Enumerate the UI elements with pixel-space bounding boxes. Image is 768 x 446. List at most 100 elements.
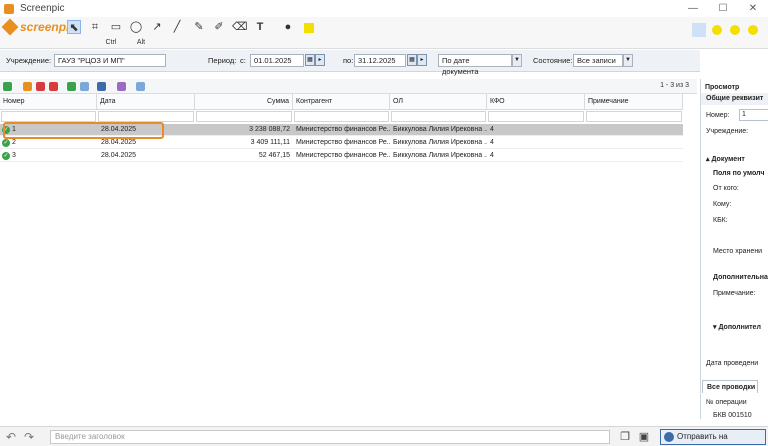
yellow-dot-icon[interactable] xyxy=(730,25,740,35)
delete-icon[interactable] xyxy=(36,82,45,91)
from-whom-label: От кого: xyxy=(713,185,739,192)
column-filter-input[interactable] xyxy=(488,111,584,122)
tab-all-postings[interactable]: Все проводки xyxy=(702,380,758,393)
row-sum: 3 409 111,11 xyxy=(250,139,290,146)
export-icon[interactable] xyxy=(136,82,145,91)
row-sum: 3 238 088,72 xyxy=(249,126,290,133)
column-filter-input[interactable] xyxy=(1,111,96,122)
column-filter-input[interactable] xyxy=(98,111,194,122)
period-to-field[interactable]: 31.12.2025 xyxy=(354,54,406,67)
column-filter-input[interactable] xyxy=(391,111,486,122)
row-ol: Биккулова Лилия Ирековна ... xyxy=(393,126,487,133)
color-swatch-icon[interactable] xyxy=(304,23,314,33)
institution-label: Учреждение: xyxy=(6,56,52,65)
marker-tool-icon[interactable]: ✐ xyxy=(212,20,226,34)
rectangle-tool-icon[interactable]: ▭ xyxy=(109,20,123,34)
row-contragent: Министерство финансов Ре... xyxy=(296,152,390,159)
settings-icon[interactable] xyxy=(117,82,126,91)
text-tool-icon[interactable]: T xyxy=(253,20,267,34)
save-icon[interactable]: ▣ xyxy=(637,430,651,444)
additional2-section-label[interactable]: ▾ Дополнител xyxy=(713,323,761,331)
additional-label: Дополнительна xyxy=(713,274,768,281)
column-header[interactable]: ОЛ xyxy=(390,94,487,110)
maximize-button[interactable]: ☐ xyxy=(708,0,738,17)
app-icon xyxy=(4,3,14,14)
row-ol: Биккулова Лилия Ирековна ... xyxy=(393,152,487,159)
cancel-icon[interactable] xyxy=(49,82,58,91)
date-posting-label: Дата проведени xyxy=(706,360,759,367)
close-button[interactable]: ✕ xyxy=(738,0,768,17)
row-kfo: 4 xyxy=(490,126,494,133)
period-label: Период: xyxy=(208,56,237,65)
approve-icon[interactable] xyxy=(67,82,76,91)
row-note xyxy=(585,124,683,136)
column-header[interactable]: Контрагент xyxy=(293,94,390,110)
print-icon[interactable] xyxy=(97,82,106,91)
to-whom-label: Кому: xyxy=(713,201,732,208)
undo-icon[interactable]: ↶ xyxy=(6,430,16,444)
list-toolbar: 1 - 3 из 3 xyxy=(0,79,697,94)
yellow-dot-icon[interactable] xyxy=(748,25,758,35)
column-filter-input[interactable] xyxy=(586,111,682,122)
storage-label: Место хранени xyxy=(713,248,763,255)
copy-icon[interactable]: ❐ xyxy=(618,430,632,444)
ellipse-tool-icon[interactable]: ◯ xyxy=(129,20,143,34)
logo-icon xyxy=(1,18,19,36)
calendar-pick-icon[interactable]: ▸ xyxy=(315,54,325,66)
kbk-label: КБК: xyxy=(713,217,728,224)
filter-bar: Учреждение: ГАУЗ "РЦОЗ И МП" Период: с: … xyxy=(0,50,700,76)
table-row[interactable]: ✓ 3 28.04.2025 52 467,15 Министерство фи… xyxy=(0,150,683,162)
state-select[interactable]: Все записи xyxy=(573,54,623,67)
title-bar: Screenpic — ☐ ✕ xyxy=(0,0,768,17)
column-filter-input[interactable] xyxy=(294,111,389,122)
refresh-icon[interactable] xyxy=(80,82,89,91)
row-kfo: 4 xyxy=(490,152,494,159)
op-number-value: БКВ 001510 xyxy=(713,412,752,419)
blur-drop-icon[interactable]: ● xyxy=(281,20,295,34)
op-number-label: № операции xyxy=(706,399,747,406)
eraser-tool-icon[interactable]: ⌫ xyxy=(232,20,248,34)
date-mode-select[interactable]: По дате документа xyxy=(438,54,512,76)
column-filter-input[interactable] xyxy=(196,111,292,122)
preview-panel: Просмотр Общие реквизит Номер: 1 Учрежде… xyxy=(700,79,768,419)
bottom-bar: ↶ ↷ Введите заголовок ❐ ▣ Отправить на I… xyxy=(0,426,768,446)
column-header[interactable]: Номер xyxy=(0,94,97,110)
calendar-icon[interactable]: ▦ xyxy=(305,54,315,66)
number-field[interactable]: 1 xyxy=(739,109,768,121)
pen-tool-icon[interactable]: ✎ xyxy=(192,20,206,34)
row-sum: 52 467,15 xyxy=(258,152,290,159)
row-note xyxy=(585,150,683,162)
screenpic-logo: screenpic xyxy=(1,18,76,36)
minimize-button[interactable]: — xyxy=(678,0,708,17)
column-header[interactable]: Примечание xyxy=(585,94,683,110)
yellow-dot-icon[interactable] xyxy=(712,25,722,35)
institution-field[interactable]: ГАУЗ "РЦОЗ И МП" xyxy=(54,54,166,67)
edit-icon[interactable] xyxy=(23,82,32,91)
column-header[interactable]: КФО xyxy=(487,94,585,110)
document-section-label[interactable]: ▴ Документ xyxy=(706,155,745,163)
ctrl-key-label: Ctrl xyxy=(105,39,117,46)
calendar-pick-icon[interactable]: ▸ xyxy=(417,54,427,66)
upload-imgur-button[interactable]: Отправить на Imgur.com xyxy=(660,429,766,445)
upload-label: Отправить на Imgur.com xyxy=(677,432,728,441)
row-number: 3 xyxy=(12,152,16,159)
crop-tool-icon[interactable]: ⌗ xyxy=(88,20,102,34)
chevron-down-icon[interactable]: ▼ xyxy=(512,54,522,67)
arrow-tool-icon[interactable]: ↗ xyxy=(150,20,164,34)
chevron-down-icon[interactable]: ▼ xyxy=(623,54,633,67)
color-picker-icon[interactable] xyxy=(692,23,706,37)
period-from-field[interactable]: 01.01.2025 xyxy=(250,54,304,67)
add-icon[interactable] xyxy=(3,82,12,91)
select-tool-icon[interactable]: ⬉ xyxy=(67,20,81,34)
redo-icon[interactable]: ↷ xyxy=(24,430,34,444)
row-date: 28.04.2025 xyxy=(101,152,137,159)
screenpic-toolbar: screenpic ⬉ ⌗ ▭ ◯ ↗ ╱ ✎ ✐ ⌫ T ● Ctrl Alt xyxy=(0,17,768,49)
caption-input[interactable]: Введите заголовок xyxy=(50,430,610,444)
calendar-icon[interactable]: ▦ xyxy=(407,54,417,66)
number-label: Номер: xyxy=(706,112,730,119)
column-header[interactable]: Дата xyxy=(97,94,195,110)
line-tool-icon[interactable]: ╱ xyxy=(170,20,184,34)
institution-label: Учреждение: xyxy=(706,128,749,135)
default-fields-label: Поля по умолч xyxy=(713,170,765,177)
column-header[interactable]: Сумма xyxy=(195,94,293,110)
